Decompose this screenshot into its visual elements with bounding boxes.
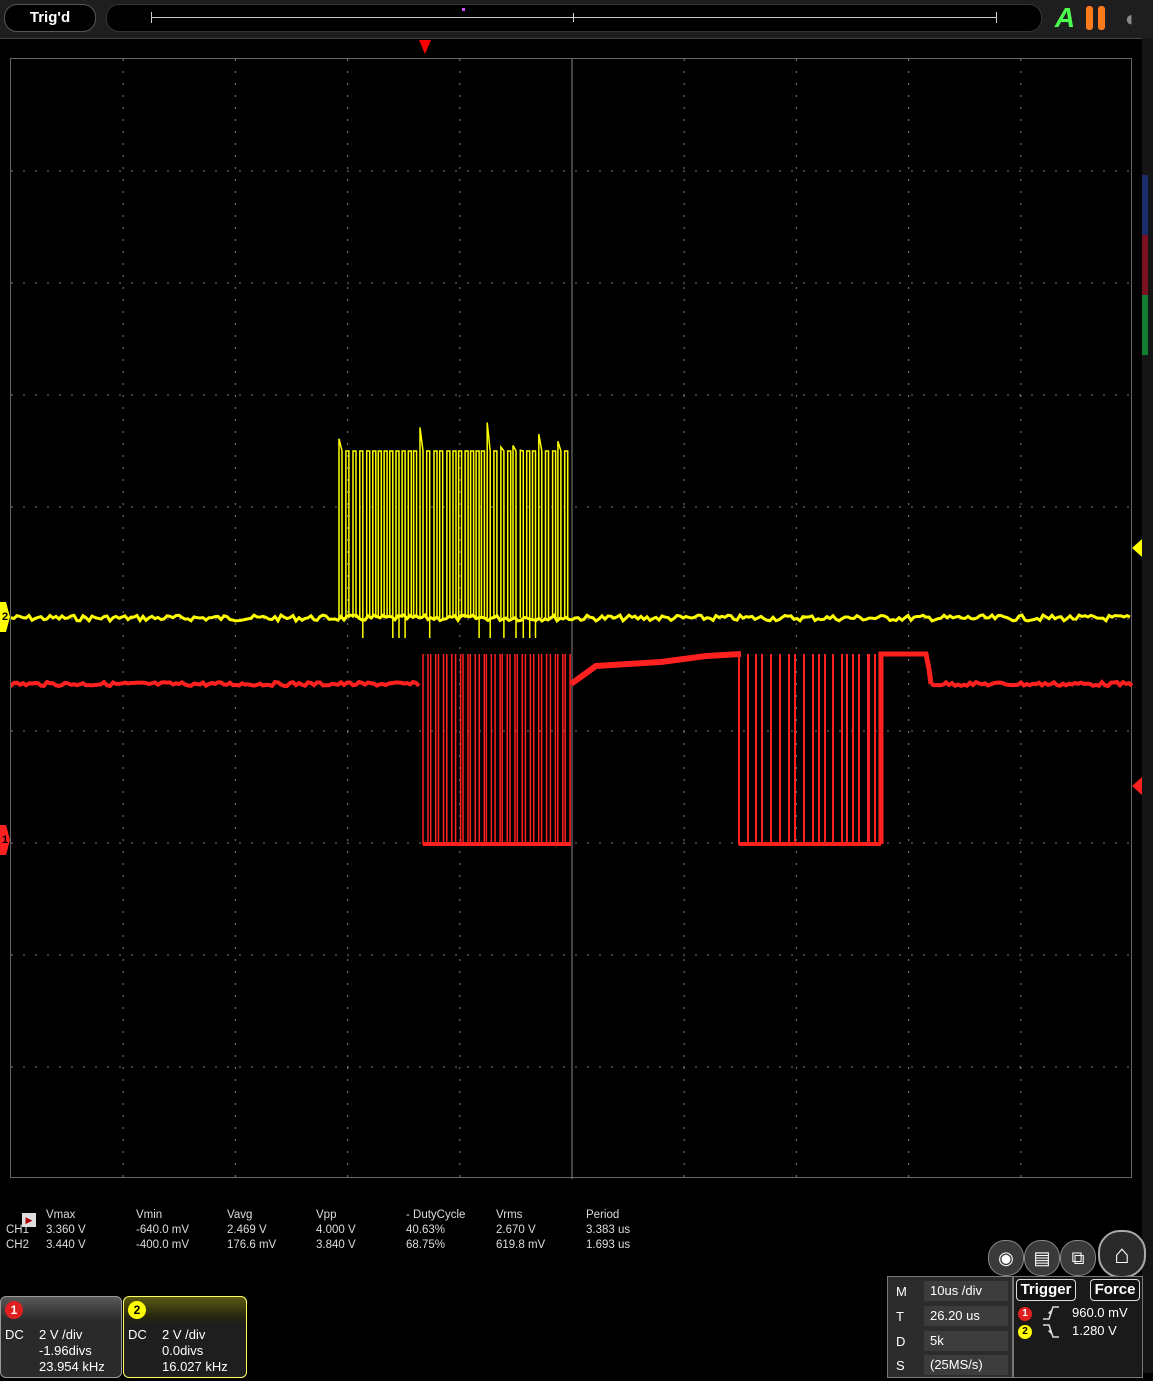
ch1-scale: 2 V /div: [39, 1327, 83, 1342]
ch1-settings-box[interactable]: 1 DC 2 V /div -1.96divs 23.954 kHz: [0, 1296, 122, 1378]
meas-value: -400.0 mV: [136, 1239, 190, 1251]
meas-value: 1.693 us: [586, 1239, 631, 1251]
pause-icon[interactable]: [1086, 6, 1108, 30]
meas-value: 4.000 V: [316, 1224, 356, 1236]
timebase-key: D: [896, 1334, 906, 1349]
ch1-coupling: DC: [5, 1327, 24, 1342]
meas-row-label: CH2: [6, 1239, 30, 1251]
ch1-number-badge: 1: [5, 1301, 23, 1319]
timeline-view-mark: [573, 13, 574, 22]
ch1-offset-marker[interactable]: 1: [0, 825, 10, 855]
force-button[interactable]: Force: [1090, 1279, 1140, 1301]
timebase-row[interactable]: M 10us /div: [888, 1279, 1012, 1303]
meas-header: Period: [586, 1209, 620, 1221]
auto-setup-icon[interactable]: A: [1050, 2, 1080, 34]
waveform-canvas: [11, 59, 1133, 1179]
trigger-source-badge: 1: [1018, 1307, 1032, 1321]
meas-value: 619.8 mV: [496, 1239, 546, 1251]
camera-icon[interactable]: ◉: [988, 1240, 1024, 1276]
timebase-value: 26.20 us: [924, 1306, 1008, 1326]
ch2-offset: 0.0divs: [162, 1343, 204, 1358]
timeline-end-cap: [996, 12, 997, 23]
windows-icon[interactable]: ⧉: [1060, 1240, 1096, 1276]
ch1-burst-2-tail: [878, 651, 934, 844]
trigger-status[interactable]: Trig'd: [4, 4, 96, 32]
ch1-ramp: [569, 651, 742, 687]
home-icon[interactable]: ⌂: [1098, 1230, 1146, 1278]
timebase-key: T: [896, 1309, 904, 1324]
ch1-burst-1: [422, 654, 571, 845]
edge-tab-red[interactable]: [1142, 235, 1148, 295]
ch2-offset-marker[interactable]: 2: [0, 602, 10, 632]
timebase-key: M: [896, 1284, 907, 1299]
meas-header: Vrms: [496, 1209, 523, 1221]
meas-value: 2.670 V: [496, 1224, 536, 1236]
ch1-burst-2: [738, 654, 876, 845]
ch2-scale: 2 V /div: [162, 1327, 206, 1342]
meas-value: 2.469 V: [227, 1224, 267, 1236]
save-icon[interactable]: ▤: [1024, 1240, 1060, 1276]
ch2-frequency: 16.027 kHz: [162, 1359, 228, 1374]
ch2-number-badge: 2: [128, 1301, 146, 1319]
trigger-level-value: 960.0 mV: [1072, 1305, 1128, 1320]
timebase-value: (25MS/s): [924, 1355, 1008, 1375]
side-panel-edge[interactable]: [1142, 38, 1153, 1373]
edge-tab-blue[interactable]: [1142, 175, 1148, 235]
ch1-baseline-trace: [11, 679, 421, 689]
trigger-button[interactable]: Trigger: [1016, 1279, 1076, 1301]
trigger-position-marker[interactable]: [419, 40, 431, 54]
meas-value: -640.0 mV: [136, 1224, 190, 1236]
meas-header: Vavg: [227, 1209, 253, 1221]
meas-value: 3.383 us: [586, 1224, 631, 1236]
rising-edge-icon: [1042, 1305, 1060, 1321]
waveform-display[interactable]: ▶: [10, 58, 1133, 1227]
top-bar: Trig'd A ◖: [0, 0, 1153, 39]
timeline-trigger-mark: [462, 8, 465, 11]
ch1-frequency: 23.954 kHz: [39, 1359, 105, 1374]
meas-value: 3.440 V: [46, 1239, 86, 1251]
timebase-row[interactable]: D 5k: [888, 1329, 1012, 1353]
meas-header: Vmax: [46, 1209, 76, 1221]
ch2-settings-box[interactable]: 2 DC 2 V /div 0.0divs 16.027 kHz: [123, 1296, 247, 1378]
meas-header: Vpp: [316, 1209, 337, 1221]
falling-edge-icon: [1042, 1323, 1060, 1339]
timebase-row[interactable]: T 26.20 us: [888, 1304, 1012, 1328]
trigger-level-ch1-marker[interactable]: [1132, 777, 1142, 795]
ch2-coupling: DC: [128, 1327, 147, 1342]
timebase-panel[interactable]: M 10us /div T 26.20 us D 5k S (25MS/s): [887, 1276, 1013, 1378]
memory-timeline[interactable]: [106, 4, 1042, 32]
ch1-offset: -1.96divs: [39, 1343, 92, 1358]
meas-value: 68.75%: [406, 1239, 446, 1251]
timebase-key: S: [896, 1358, 905, 1373]
meas-row-label: CH1: [6, 1224, 30, 1236]
ch2-data-burst: [338, 422, 569, 638]
menu-icon[interactable]: ◖: [1116, 6, 1142, 32]
timebase-value: 10us /div: [924, 1281, 1008, 1301]
meas-header: - DutyCycle: [406, 1209, 466, 1221]
ch1-baseline-trace-end: [929, 679, 1133, 689]
edge-tab-green[interactable]: [1142, 295, 1148, 355]
timebase-row[interactable]: S (25MS/s): [888, 1353, 1012, 1377]
timeline-start-cap: [151, 12, 152, 23]
timebase-value: 5k: [924, 1331, 1008, 1351]
trigger-level-value: 1.280 V: [1072, 1323, 1117, 1338]
ch2-baseline-trace: [11, 612, 1131, 624]
meas-value: 176.6 mV: [227, 1239, 277, 1251]
meas-value: 40.63%: [406, 1224, 446, 1236]
trigger-level-ch2-marker[interactable]: [1132, 539, 1142, 557]
trigger-source-badge: 2: [1018, 1325, 1032, 1339]
trigger-panel[interactable]: Trigger Force 1 960.0 mV 2 1.280 V: [1013, 1276, 1143, 1378]
meas-value: 3.840 V: [316, 1239, 356, 1251]
meas-header: Vmin: [136, 1209, 163, 1221]
timeline-rail: [151, 17, 997, 18]
meas-value: 3.360 V: [46, 1224, 86, 1236]
